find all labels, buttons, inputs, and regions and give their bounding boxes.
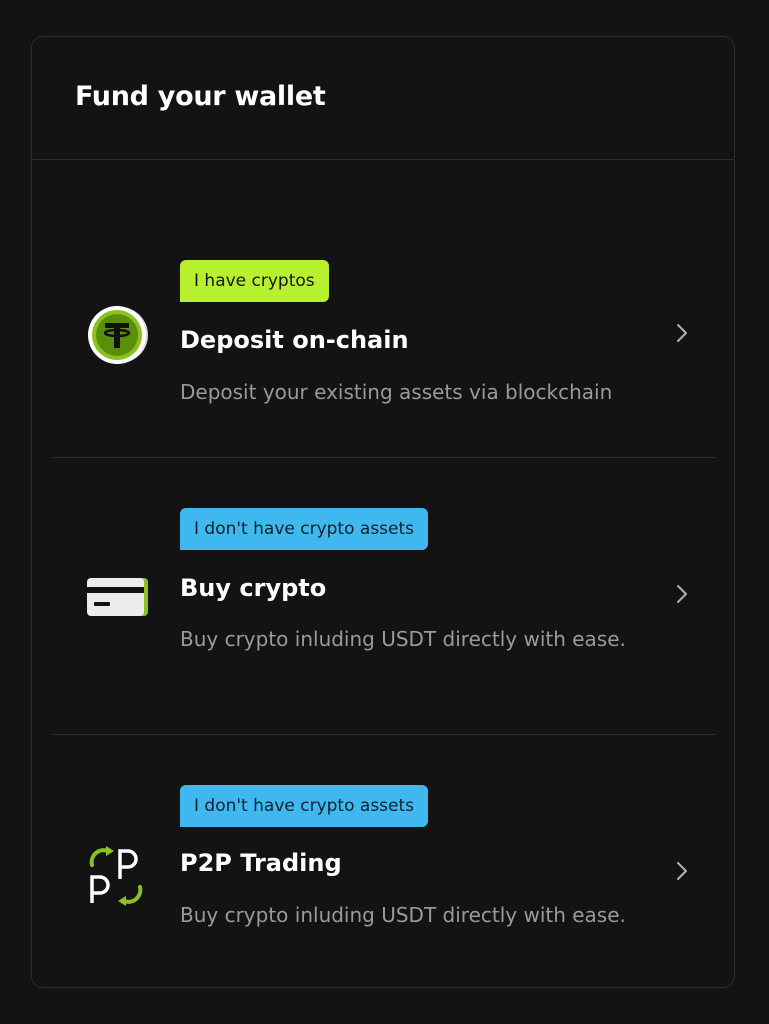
p2p-trading-description: Buy crypto inluding USDT directly with e… — [180, 901, 650, 930]
p2p-trading-title: P2P Trading — [180, 849, 342, 877]
deposit-on-chain-title: Deposit on-chain — [180, 326, 409, 354]
chevron-right-icon — [672, 321, 692, 345]
deposit-on-chain-option[interactable]: I have cryptos Deposit on-chain Deposit … — [53, 198, 716, 458]
panel-header: Fund your wallet — [32, 37, 734, 160]
page-title: Fund your wallet — [75, 81, 325, 112]
buy-crypto-option[interactable]: I don't have crypto assets Buy crypto Bu… — [53, 458, 716, 735]
chevron-right-icon — [672, 859, 692, 883]
p2p-trading-option[interactable]: I don't have crypto assets P2P Trading B… — [53, 735, 716, 987]
buy-crypto-description: Buy crypto inluding USDT directly with e… — [180, 625, 650, 654]
buy-crypto-title: Buy crypto — [180, 574, 326, 602]
deposit-on-chain-description: Deposit your existing assets via blockch… — [180, 378, 650, 407]
no-crypto-badge: I don't have crypto assets — [180, 508, 428, 550]
fund-wallet-panel: Fund your wallet I have cryptos Deposit … — [31, 36, 735, 988]
credit-card-icon — [86, 574, 150, 624]
p2p-icon — [86, 843, 146, 911]
have-cryptos-badge: I have cryptos — [180, 260, 329, 302]
no-crypto-badge: I don't have crypto assets — [180, 785, 428, 827]
tether-coin-icon — [86, 303, 150, 371]
chevron-right-icon — [672, 582, 692, 606]
